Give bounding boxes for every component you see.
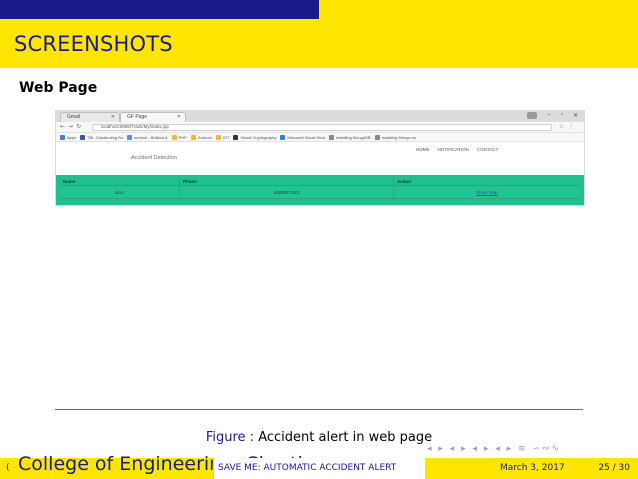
- close-icon[interactable]: ✕: [111, 113, 115, 122]
- beamer-navigation-icons[interactable]: ◂ ▸ ◂ ▸ ◂ ▸ ◂ ▸ ≡ ∽∾∿: [427, 444, 561, 454]
- bookmark-label: TBI: Outstanding Bo: [87, 134, 124, 140]
- bookmark-label: Android: [197, 134, 212, 140]
- address-bar-url: localhost:8080/Track/My/index.jsp: [101, 124, 169, 129]
- bookmark-item[interactable]: Microsoft Visual Stud: [280, 134, 325, 140]
- browser-nav-icons: ←→↻: [60, 123, 84, 130]
- caption-label: Figure :: [205, 430, 255, 445]
- bookmark-label: Microsoft Visual Stud: [287, 134, 325, 140]
- bookmark-item[interactable]: surfunit - Brilliant &: [127, 134, 168, 140]
- top-strip-yellow: [319, 0, 638, 19]
- nav-home[interactable]: HOME: [416, 147, 430, 152]
- cell-action: Show Map: [394, 187, 580, 198]
- site-header: Accident Detection HOME NOTIFICATION CON…: [56, 143, 584, 175]
- bookmark-icon: [127, 134, 133, 140]
- cell-name: arun: [60, 187, 180, 198]
- back-icon[interactable]: ←: [60, 123, 68, 130]
- browser-tabstrip: Gmail ✕ GF Page ✕ – ▫ ✕: [56, 111, 584, 122]
- bookmark-item[interactable]: IOT: [215, 134, 230, 140]
- maximize-icon[interactable]: ▫: [561, 112, 563, 119]
- profile-icon[interactable]: [527, 112, 538, 119]
- nav-notification[interactable]: NOTIFICATION: [438, 147, 469, 152]
- reload-icon[interactable]: ↻: [76, 123, 84, 130]
- bookmark-item[interactable]: Installing MongoDB: [328, 134, 371, 140]
- table-row: arun 8089517923 Show Map: [60, 187, 580, 199]
- divider: [55, 409, 583, 410]
- toolbar-right-icons: ☆⋮: [559, 123, 578, 130]
- close-window-icon[interactable]: ✕: [573, 112, 578, 119]
- bookmark-icon: [171, 134, 177, 140]
- browser-tab-gmail[interactable]: Gmail ✕: [60, 112, 120, 122]
- column-header-phone: Phone: [180, 177, 394, 185]
- bookmark-icon: [190, 134, 196, 140]
- bookmark-label: PHP: [178, 134, 187, 140]
- bookmark-label: IOT: [222, 134, 230, 140]
- footer-right: March 3, 2017 25 / 30: [425, 458, 638, 479]
- tab-label: GF Page: [127, 114, 148, 120]
- top-strip-navy: [0, 0, 319, 19]
- browser-toolbar: ←→↻ localhost:8080/Track/My/index.jsp ☆⋮: [56, 122, 584, 133]
- bookmark-icon: [80, 134, 86, 140]
- tab-label: Gmail: [67, 114, 81, 120]
- minimize-icon[interactable]: –: [547, 112, 550, 119]
- bookmark-item[interactable]: PHP: [171, 134, 187, 140]
- footer-paren: (: [6, 463, 10, 473]
- column-header-action: Action: [397, 179, 411, 184]
- browser-tab-gf-page[interactable]: GF Page ✕: [120, 112, 186, 122]
- site-brand[interactable]: Accident Detection: [131, 155, 177, 161]
- bookmark-item[interactable]: Visual Cryptography: [233, 134, 277, 140]
- star-icon[interactable]: ☆: [559, 123, 568, 130]
- bookmark-item[interactable]: Apps: [60, 134, 77, 140]
- bookmark-icon: [60, 134, 65, 140]
- footer-date: March 3, 2017: [500, 463, 565, 473]
- block-title: Web Page: [19, 80, 98, 96]
- address-bar[interactable]: localhost:8080/Track/My/index.jsp: [92, 124, 552, 131]
- footer-page-number: 25 / 30: [598, 463, 630, 473]
- bookmark-item[interactable]: Android: [190, 134, 212, 140]
- window-controls: – ▫ ✕: [527, 112, 578, 119]
- bookmark-icon: [328, 134, 334, 140]
- bookmark-icon: [280, 134, 286, 140]
- cell-phone: 8089517923: [180, 187, 394, 198]
- column-header-name: Name: [60, 177, 180, 185]
- bookmark-item[interactable]: TBI: Outstanding Bo: [80, 134, 124, 140]
- alert-table: Name Phone Action arun 8089517923 Show M…: [56, 175, 584, 205]
- bookmark-label: Installing Mongo on: [381, 134, 417, 140]
- table-header: Name Phone Action: [60, 177, 580, 186]
- bookmark-label: Apps: [67, 134, 77, 140]
- bookmark-label: Installing MongoDB: [335, 134, 371, 140]
- caption-text: Accident alert in web page: [258, 430, 433, 445]
- bookmark-icon: [233, 134, 239, 140]
- bookmark-label: surfunit - Brilliant &: [134, 134, 168, 140]
- bookmark-icon: [374, 134, 380, 140]
- bookmarks-bar: Apps TBI: Outstanding Bo surfunit - Brilli…: [56, 133, 584, 142]
- top-strip: [0, 0, 638, 19]
- browser-screenshot: Gmail ✕ GF Page ✕ – ▫ ✕ ←→↻ localhost:80…: [55, 110, 585, 206]
- forward-icon[interactable]: →: [68, 123, 76, 130]
- show-map-link[interactable]: Show Map: [476, 190, 497, 195]
- frame-title: SCREENSHOTS: [14, 32, 173, 56]
- bookmark-item[interactable]: Installing Mongo on: [374, 134, 417, 140]
- close-icon[interactable]: ✕: [177, 113, 181, 122]
- footer-middle: SAVE ME: AUTOMATIC ACCIDENT ALERT: [213, 458, 425, 479]
- nav-contact[interactable]: CONTACT: [477, 147, 498, 152]
- figure-caption: Figure : Accident alert in web page: [0, 430, 638, 445]
- footer-title: SAVE ME: AUTOMATIC ACCIDENT ALERT: [218, 463, 397, 473]
- footer-left: ( College of Engineering, Chertha: [0, 453, 321, 479]
- bookmark-label: Visual Cryptography: [240, 134, 277, 140]
- site-nav: HOME NOTIFICATION CONTACT: [416, 147, 498, 152]
- menu-icon[interactable]: ⋮: [568, 123, 578, 130]
- bookmark-icon: [215, 134, 221, 140]
